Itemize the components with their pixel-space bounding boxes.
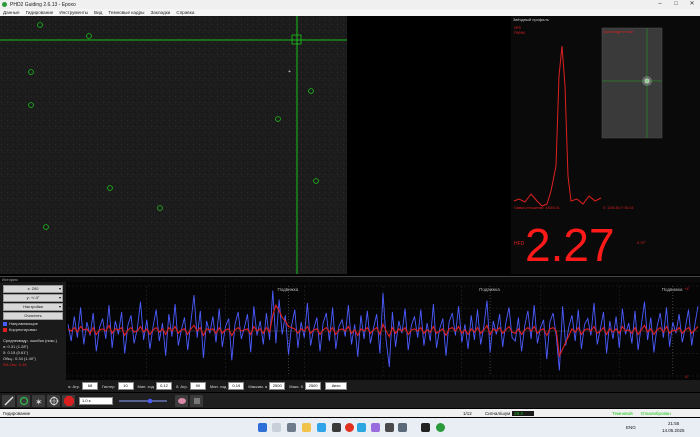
guide-assistant-button[interactable] [190,394,203,407]
app-icon[interactable] [398,423,407,432]
auto-select-star-button[interactable]: ✶ [32,394,45,407]
menu-guiding[interactable]: Гидирование [23,10,57,15]
dec-aggression-control[interactable]: δ: Агр. 90 [176,382,206,390]
clear-button[interactable]: Очистить [3,312,63,320]
profile-label-fwhm: FWHM [514,31,525,35]
graph-settings-button[interactable]: Настройки ▾ [3,303,63,311]
task-view-icon[interactable] [287,423,296,432]
legend-ra[interactable]: Направляющие [3,321,38,326]
yandex-icon[interactable] [345,423,354,432]
ra-hysteresis-control[interactable]: Гистер. 10 [102,382,134,390]
menu-darks[interactable]: Темновые кадры [105,10,147,15]
brain-settings-button[interactable] [175,394,188,407]
chevron-down-icon: ▾ [58,304,61,309]
history-graph[interactable]: Подвижка Подвижка Подвижка +4" -4" [66,282,700,380]
svg-text:+: + [288,69,291,75]
minimize-button[interactable]: – [652,0,668,9]
ra-aggression-control[interactable]: α: Агр. 68 [68,382,98,390]
max-ra-duration-control[interactable]: Максим. α 2500 [248,382,286,390]
legend-dec[interactable]: Корректировки [3,327,37,332]
start-icon[interactable] [258,423,267,432]
main-toolbar: ✶ 1.0 s [0,393,700,408]
window-title: PHD2 Guiding 2.6.13 - Ерохо [10,1,76,8]
x-scale-select[interactable]: x: 200 ▾ [3,285,63,293]
dec-min-move-control[interactable]: Мин. ход 0.19 [210,382,245,390]
chevron-down-icon: ▾ [58,295,61,300]
frame-counter: 1/12 [463,410,472,416]
profile-graph: HFD FWHM Click image for star Гамма отно… [513,26,663,271]
history-controls: x: 200 ▾ y: +/-4" ▾ Настройки ▾ Очистить На… [0,282,66,380]
close-button[interactable]: ✕ [684,0,700,9]
snr-value: 28.3 [512,410,535,416]
star-field: + [0,16,347,274]
hfd-label: HFD [514,241,525,247]
maximize-button[interactable]: □ [668,0,684,9]
app-icon[interactable] [371,423,380,432]
profile-half-flux: Гамма отношение: 3.63/0.01 [514,206,560,210]
ra-min-move-control[interactable]: Мин. ход 0.12 [138,382,172,390]
phd2-logo-icon [2,2,7,7]
rms-dec: δ: 0.15 (0.61") [3,350,29,355]
camera-view[interactable]: + [0,16,347,274]
menu-view[interactable]: Вид [91,10,105,15]
profile-coords: X: 1193.84 Y: 50.15 [603,206,633,210]
star-profile-panel: Звёздный профиль HFD FWHM Click image fo… [511,16,700,274]
history-chart: Подвижка Подвижка Подвижка +4"-4" [67,285,699,379]
profile-label-hfd: HFD [514,26,522,30]
hfd-arcsec: 0.37" [637,240,647,245]
stop-button[interactable] [62,394,75,407]
rms-ra: α: 0.31 (1.28") [3,344,29,349]
app-icon[interactable] [332,423,341,432]
language-indicator[interactable]: ENG [626,425,636,430]
status-message: Гидирование [3,410,31,416]
gamma-slider[interactable] [117,397,169,405]
clock-date[interactable]: 14.05.2025 [662,428,685,433]
dec-mode-select[interactable]: Авто [325,382,348,390]
windows-taskbar: ENG 21:55 14.05.2025 [0,418,700,437]
dither-label: Подвижка [662,287,683,292]
menu-bar: Данные Гидирование Инструменты Вид Темно… [0,9,700,16]
max-dec-duration-control[interactable]: Макс. δ 2500 [289,382,322,390]
title-bar: PHD2 Guiding 2.6.13 - Ерохо – □ ✕ [0,0,700,9]
search-icon[interactable] [272,423,281,432]
connect-equipment-button[interactable] [2,394,15,407]
guide-button[interactable] [47,394,60,407]
phd2-taskbar-icon[interactable] [436,423,445,432]
y-axis-top-label: +4" [684,286,691,291]
menu-help[interactable]: Справка [173,10,197,15]
exposure-select[interactable]: 1.0 s [79,396,113,405]
dither-label: Подвижка [278,287,299,292]
svg-text:✶: ✶ [35,397,43,406]
empty-view-area [347,16,509,274]
menu-bookmarks[interactable]: Закладки [147,10,173,15]
rms-title: Среднеквадр. ошибка (пикс.) [3,338,57,343]
calibration-indicator: Откалиброван [640,410,671,416]
y-scale-select[interactable]: y: +/-4" ▾ [3,294,63,302]
menu-tools[interactable]: Инструменты [56,10,91,15]
rms-total: Общ.: 0.34 (1.40") [3,356,36,361]
snr-label: Сигнал/шум [485,410,511,416]
chevron-down-icon: ▾ [58,286,61,291]
menu-data[interactable]: Данные [0,10,23,15]
y-axis-bottom-label: -4" [684,374,690,379]
telegram-icon[interactable] [357,423,366,432]
clock-time[interactable]: 21:55 [668,421,679,426]
edge-icon[interactable] [317,423,326,432]
status-bar: Гидирование 1/12 Сигнал/шум 28.3 Темново… [0,409,700,417]
guide-params-row: α: Агр. 68 Гистер. 10 Мин. ход 0.12 δ: Агр.… [0,380,700,392]
dither-label: Подвижка [479,287,500,292]
ra-oscillation: RA Osc: 0.46 [3,362,27,367]
hfd-value: 2.27 [525,219,615,271]
file-explorer-icon[interactable] [302,423,311,432]
loop-button[interactable] [17,394,30,407]
terminal-icon[interactable] [421,423,430,432]
app-icon[interactable] [385,423,394,432]
profile-inset-label: Click image for star [603,30,634,34]
dark-indicator: Темновой [612,410,633,416]
